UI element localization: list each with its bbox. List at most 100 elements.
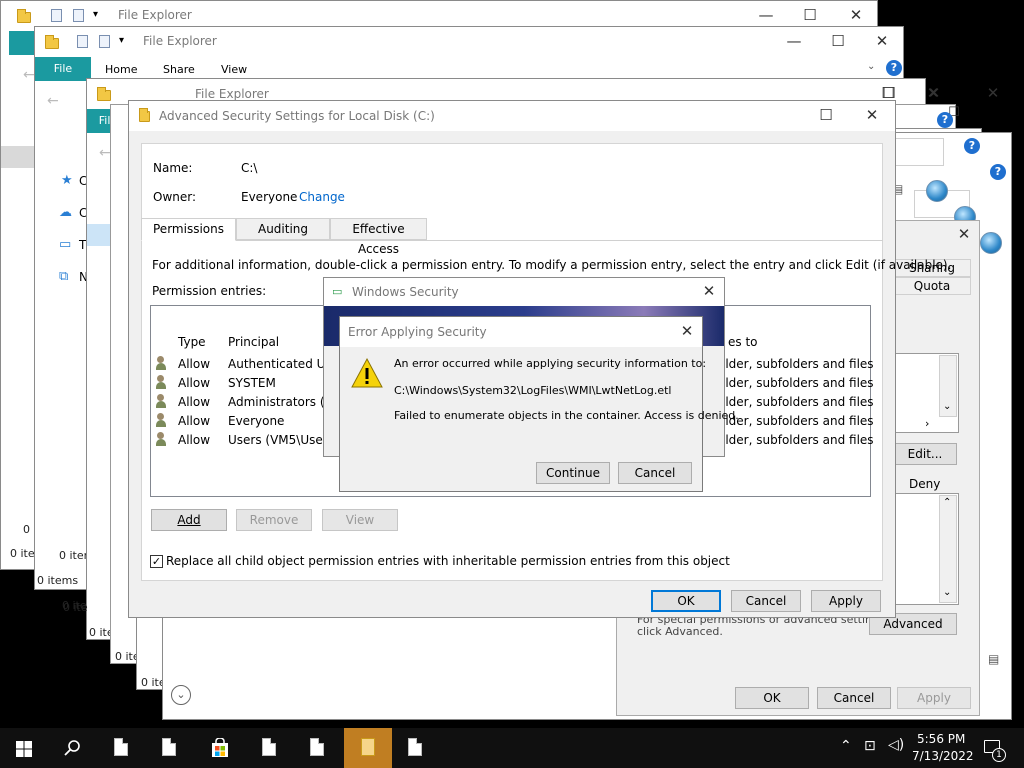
back-arrow-icon[interactable]: ← xyxy=(99,145,111,161)
maximize-button[interactable]: ☐ xyxy=(815,32,861,50)
taskbar-file-explorer-active[interactable] xyxy=(344,728,392,768)
ribbon-collapse-icon[interactable]: ⌄ xyxy=(867,61,875,72)
change-owner-link[interactable]: Change xyxy=(299,190,345,204)
cancel-button[interactable]: Cancel xyxy=(817,687,891,709)
help-icon[interactable]: ? xyxy=(886,60,902,76)
network-status-icon[interactable]: ⊡ xyxy=(864,738,876,754)
column-header-type[interactable]: Type xyxy=(178,335,206,349)
minimize-button[interactable]: — xyxy=(771,32,817,50)
taskbar-store-app[interactable] xyxy=(196,728,244,768)
clock-date[interactable]: 7/13/2022 xyxy=(912,749,974,763)
ok-button[interactable]: OK xyxy=(651,590,721,612)
tab-permissions[interactable]: Permissions xyxy=(141,218,236,241)
owner-value: Everyone xyxy=(241,190,298,204)
volume-icon[interactable]: ◁) xyxy=(888,737,904,753)
new-folder-icon[interactable] xyxy=(73,9,84,22)
taskbar-document-app[interactable] xyxy=(246,728,294,768)
error-file-path: C:\Windows\System32\LogFiles\WMI\LwtNetL… xyxy=(394,384,672,397)
minimize-button[interactable]: — xyxy=(743,6,789,24)
show-hidden-icons-chevron[interactable]: ⌃ xyxy=(840,738,852,754)
continue-button[interactable]: Continue xyxy=(536,462,610,484)
maximize-button[interactable]: ☐ xyxy=(787,6,833,24)
close-button[interactable]: ✕ xyxy=(941,225,987,243)
new-folder-icon[interactable] xyxy=(99,35,110,48)
ribbon-home-tab[interactable]: Home xyxy=(105,63,137,76)
ok-button[interactable]: OK xyxy=(735,687,809,709)
entry-applies-to: older, subfolders and files xyxy=(718,357,874,371)
column-header-applies-to[interactable]: es to xyxy=(728,335,758,349)
title-bar: ▭ Windows Security ✕ xyxy=(324,278,724,306)
info-text: For additional information, double-click… xyxy=(152,258,952,272)
start-windows-icon[interactable] xyxy=(16,741,32,757)
title-bar: ▾ File Explorer — ☐ ✕ xyxy=(35,27,903,57)
add-button[interactable]: Add xyxy=(151,509,227,531)
file-tab[interactable]: File xyxy=(35,57,91,81)
taskbar-document-app[interactable] xyxy=(98,728,146,768)
notification-badge: 1 xyxy=(992,748,1006,762)
nav-selected-item[interactable] xyxy=(1,146,35,168)
tab-quota[interactable]: Quota xyxy=(893,277,971,295)
apply-button[interactable]: Apply xyxy=(897,687,971,709)
tab-strip-line xyxy=(141,240,883,241)
entry-applies-to: older, subfolders and files xyxy=(718,433,874,447)
customize-quick-access-icon[interactable]: ▾ xyxy=(93,9,98,20)
close-button[interactable]: ✕ xyxy=(970,84,1016,102)
replace-child-permissions-checkbox[interactable]: ✓ xyxy=(150,555,163,568)
network-icon[interactable]: ⧉ xyxy=(59,269,68,284)
close-button[interactable]: ✕ xyxy=(664,322,710,340)
replace-child-permissions-label[interactable]: Replace all child object permission entr… xyxy=(166,554,730,568)
close-button[interactable]: ✕ xyxy=(849,106,895,124)
column-header-principal[interactable]: Principal xyxy=(228,335,279,349)
customize-quick-access-icon[interactable]: ▾ xyxy=(119,35,124,46)
close-button[interactable]: ✕ xyxy=(833,6,879,24)
quick-access-star-icon[interactable]: ★ xyxy=(61,173,73,188)
help-icon[interactable]: ? xyxy=(937,112,953,128)
properties-icon[interactable] xyxy=(77,35,88,48)
close-button[interactable]: ✕ xyxy=(686,282,732,300)
scroll-right-icon[interactable]: › xyxy=(925,417,929,430)
edit-button[interactable]: Edit... xyxy=(893,443,957,465)
remove-button[interactable]: Remove xyxy=(236,509,312,531)
tab-effective-access[interactable]: Effective Access xyxy=(330,218,427,256)
search-icon[interactable] xyxy=(64,740,80,756)
dialog-title: Advanced Security Settings for Local Dis… xyxy=(159,109,435,123)
view-button[interactable]: View xyxy=(322,509,398,531)
document-icon xyxy=(162,738,176,756)
error-detail: Failed to enumerate objects in the conta… xyxy=(394,409,739,422)
dialog-title: Windows Security xyxy=(352,285,459,299)
back-arrow-icon[interactable]: ← xyxy=(47,93,59,109)
taskbar-document-app[interactable] xyxy=(294,728,342,768)
properties-icon[interactable] xyxy=(51,9,62,22)
expand-icon[interactable]: ⌄ xyxy=(171,685,191,705)
details-view-icon[interactable]: ▤ xyxy=(988,652,999,666)
this-pc-icon[interactable]: ▭ xyxy=(59,237,71,252)
search-box[interactable] xyxy=(888,138,944,166)
apply-button[interactable]: Apply xyxy=(811,590,881,612)
warning-icon xyxy=(351,357,383,388)
taskbar-document-app[interactable] xyxy=(392,728,440,768)
ribbon-view-tab[interactable]: View xyxy=(221,63,247,76)
onedrive-icon[interactable]: ☁ xyxy=(59,205,72,220)
taskbar-document-app[interactable] xyxy=(146,728,194,768)
folder-icon xyxy=(45,35,59,49)
status-item-count: 0 ite xyxy=(62,599,87,612)
ribbon-share-tab[interactable]: Share xyxy=(163,63,195,76)
scroll-down-icon[interactable]: ⌄ xyxy=(943,587,951,598)
user-group-icon xyxy=(156,394,172,409)
close-button[interactable]: ✕ xyxy=(910,84,956,102)
clock-time[interactable]: 5:56 PM xyxy=(917,732,965,746)
close-button[interactable]: ✕ xyxy=(859,32,905,50)
cancel-button[interactable]: Cancel xyxy=(618,462,692,484)
cancel-button[interactable]: Cancel xyxy=(731,590,801,612)
maximize-button[interactable]: ☐ xyxy=(803,106,849,124)
store-icon xyxy=(212,738,228,757)
help-icon[interactable]: ? xyxy=(990,164,1006,180)
error-dialog: Error Applying Security ✕ An error occur… xyxy=(339,316,739,492)
scroll-down-icon[interactable]: ⌄ xyxy=(943,401,951,412)
scroll-up-icon[interactable]: ⌃ xyxy=(943,497,951,508)
back-arrow-icon[interactable]: ← xyxy=(23,67,35,83)
tab-auditing[interactable]: Auditing xyxy=(236,218,330,240)
taskbar: ⌃ ⊡ ◁) 5:56 PM 7/13/2022 1 xyxy=(0,728,1024,768)
help-icon[interactable]: ? xyxy=(964,138,980,154)
name-value: C:\ xyxy=(241,161,258,175)
